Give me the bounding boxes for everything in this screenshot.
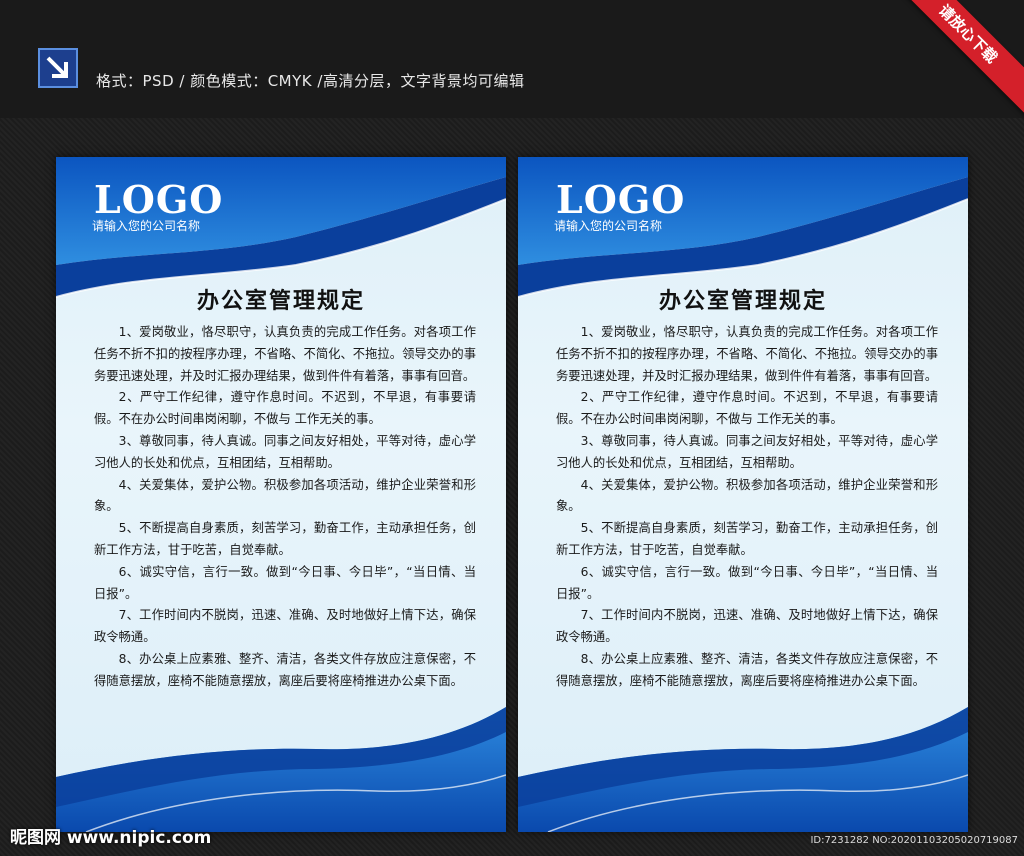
rule-paragraph: 8、办公桌上应素雅、整齐、清洁，各类文件存放应注意保密，不得随意摆放，座椅不能随… xyxy=(556,651,938,688)
rules-body: 1、爱岗敬业，恪尽职守，认真负责的完成工作任务。对各项工作任务不折不扣的按程序办… xyxy=(94,322,476,693)
rule-paragraph: 2、严守工作纪律，遵守作息时间。不迟到，不早退，有事要请假。不在办公时间串岗闲聊… xyxy=(556,390,938,427)
poster-left: LOGO 请输入您的公司名称 办公室管理规定 1、爱岗敬业，恪尽职守，认真负责的… xyxy=(56,157,506,832)
top-banner: 格式：PSD / 颜色模式：CMYK /高清分层，文字背景均可编辑 请放心下载 xyxy=(0,0,1024,118)
rule-paragraph: 8、办公桌上应素雅、整齐、清洁，各类文件存放应注意保密，不得随意摆放，座椅不能随… xyxy=(94,651,476,688)
rule-paragraph: 3、尊敬同事，待人真诚。同事之间友好相处，平等对待，虚心学习他人的长处和优点，互… xyxy=(556,433,938,470)
rule-paragraph: 1、爱岗敬业，恪尽职守，认真负责的完成工作任务。对各项工作任务不折不扣的按程序办… xyxy=(556,325,938,383)
format-info-text: 格式：PSD / 颜色模式：CMYK /高清分层，文字背景均可编辑 xyxy=(96,72,525,90)
company-name: 请输入您的公司名称 xyxy=(554,219,663,233)
poster-title: 办公室管理规定 xyxy=(658,288,827,314)
rule-paragraph: 2、严守工作纪律，遵守作息时间。不迟到，不早退，有事要请假。不在办公时间串岗闲聊… xyxy=(94,390,476,427)
rule-paragraph: 4、关爱集体，爱护公物。积极参加各项活动，维护企业荣誉和形象。 xyxy=(94,477,476,514)
poster-right: LOGO 请输入您的公司名称 办公室管理规定 1、爱岗敬业，恪尽职守，认真负责的… xyxy=(518,157,968,832)
rule-paragraph: 5、不断提高自身素质，刻苦学习，勤奋工作，主动承担任务，创新工作方法，甘于吃苦，… xyxy=(94,521,476,557)
rule-paragraph: 1、爱岗敬业，恪尽职守，认真负责的完成工作任务。对各项工作任务不折不扣的按程序办… xyxy=(94,325,476,383)
arrow-down-right-icon xyxy=(38,48,78,88)
rule-paragraph: 7、工作时间内不脱岗，迅速、准确、及时地做好上情下达，确保政令畅通。 xyxy=(94,608,476,645)
company-name: 请输入您的公司名称 xyxy=(92,219,201,233)
rule-paragraph: 6、诚实守信，言行一致。做到“今日事、今日毕”，“当日情、当日报”。 xyxy=(94,564,476,601)
rule-paragraph: 7、工作时间内不脱岗，迅速、准确、及时地做好上情下达，确保政令畅通。 xyxy=(556,608,938,645)
rule-paragraph: 6、诚实守信，言行一致。做到“今日事、今日毕”，“当日情、当日报”。 xyxy=(556,564,938,601)
rule-paragraph: 4、关爱集体，爱护公物。积极参加各项活动，维护企业荣誉和形象。 xyxy=(556,477,938,514)
image-id-text: ID:7231282 NO:20201103205020719087 xyxy=(810,835,1018,846)
logo-text: LOGO xyxy=(556,177,686,222)
logo-text: LOGO xyxy=(94,177,224,222)
download-ribbon: 请放心下载 xyxy=(885,0,1024,117)
rule-paragraph: 5、不断提高自身素质，刻苦学习，勤奋工作，主动承担任务，创新工作方法，甘于吃苦，… xyxy=(556,521,938,557)
site-watermark: 昵图网 www.nipic.com xyxy=(10,828,212,848)
rule-paragraph: 3、尊敬同事，待人真诚。同事之间友好相处，平等对待，虚心学习他人的长处和优点，互… xyxy=(94,433,476,470)
poster-title: 办公室管理规定 xyxy=(196,288,365,314)
rules-body: 1、爱岗敬业，恪尽职守，认真负责的完成工作任务。对各项工作任务不折不扣的按程序办… xyxy=(556,322,938,693)
